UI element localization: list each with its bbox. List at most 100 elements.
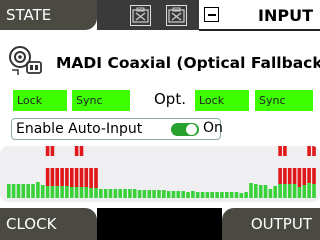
minus-icon bbox=[207, 13, 216, 16]
meter-clip-indicator bbox=[74, 146, 79, 156]
meter-peak-bar bbox=[278, 168, 282, 184]
lock-indicator: Lock bbox=[13, 90, 67, 111]
device-name: MADI Coaxial (Optical Fallback) bbox=[56, 54, 320, 72]
meter-clip-indicator bbox=[79, 146, 84, 156]
meter-level-bar bbox=[220, 192, 224, 198]
meter-level-bar bbox=[137, 190, 142, 198]
meter-clip-indicator bbox=[307, 146, 311, 156]
meter-level-bar bbox=[31, 184, 35, 198]
meter-level-bar bbox=[181, 191, 185, 198]
meter-level-bar bbox=[210, 192, 214, 198]
meter-peak-bar bbox=[312, 168, 316, 184]
tab-clock-label: CLOCK bbox=[6, 215, 57, 233]
meter-level-bar bbox=[307, 183, 311, 198]
meter-peak-bar bbox=[89, 168, 93, 188]
meter-level-bar bbox=[195, 192, 200, 198]
meter-level-bar bbox=[94, 188, 98, 198]
meter-level-bar bbox=[79, 187, 84, 198]
meter-level-bar bbox=[191, 191, 195, 198]
level-meter-bars bbox=[7, 146, 316, 198]
meter-level-bar bbox=[205, 192, 210, 198]
auto-input-label: Enable Auto-Input bbox=[16, 121, 143, 137]
tab-clock[interactable]: CLOCK bbox=[0, 208, 97, 240]
meter-level-bar bbox=[99, 189, 103, 198]
header-divider bbox=[199, 29, 320, 31]
meter-clip-indicator bbox=[278, 146, 282, 156]
optical-lock-indicator: Lock bbox=[195, 90, 249, 111]
tab-output[interactable]: OUTPUT bbox=[222, 208, 320, 240]
meter-peak-bar bbox=[60, 168, 64, 186]
meter-level-bar bbox=[11, 184, 16, 198]
tab-state[interactable]: STATE bbox=[0, 0, 97, 30]
toggle-state-label: On bbox=[203, 120, 223, 136]
meter-clip-indicator bbox=[45, 146, 50, 156]
meter-level-bar bbox=[36, 182, 40, 198]
tab-output-label: OUTPUT bbox=[250, 215, 312, 233]
meter-level-bar bbox=[244, 192, 248, 198]
meter-level-bar bbox=[258, 185, 263, 198]
meter-level-bar bbox=[312, 184, 316, 198]
meter-level-bar bbox=[50, 186, 55, 198]
meter-clip-indicator bbox=[283, 146, 287, 156]
meter-level-bar bbox=[84, 187, 89, 198]
meter-clip-indicator bbox=[312, 146, 316, 156]
meter-level-bar bbox=[70, 187, 74, 198]
tab-state-label: STATE bbox=[6, 6, 52, 24]
meter-level-bar bbox=[113, 189, 118, 198]
meter-level-bar bbox=[60, 186, 64, 198]
level-meters bbox=[0, 146, 320, 202]
meter-peak-bar bbox=[283, 168, 287, 184]
meter-level-bar bbox=[200, 192, 205, 198]
meter-level-bar bbox=[176, 191, 181, 198]
meter-peak-bar bbox=[302, 168, 307, 185]
sync-indicator: Sync bbox=[72, 90, 130, 111]
meter-level-bar bbox=[292, 184, 297, 198]
meter-peak-bar bbox=[55, 168, 59, 186]
meter-level-bar bbox=[128, 189, 132, 198]
meter-level-bar bbox=[118, 189, 122, 198]
meter-level-bar bbox=[7, 184, 11, 198]
optical-label: Opt. bbox=[154, 90, 186, 108]
meter-level-bar bbox=[123, 189, 127, 198]
auto-input-toggle-row[interactable]: Enable Auto-Input On bbox=[11, 118, 223, 140]
meter-level-bar bbox=[103, 189, 108, 198]
footer-background bbox=[97, 208, 222, 240]
meter-level-bar bbox=[186, 192, 190, 198]
meter-level-bar bbox=[65, 186, 69, 198]
meter-peak-bar bbox=[292, 168, 297, 184]
auto-input-toggle[interactable] bbox=[171, 123, 199, 136]
meter-level-bar bbox=[249, 183, 253, 198]
meter-peak-bar bbox=[94, 168, 98, 188]
meter-level-bar bbox=[166, 191, 171, 198]
meter-level-bar bbox=[297, 187, 302, 198]
meter-level-bar bbox=[287, 184, 292, 198]
meter-peak-bar bbox=[84, 168, 89, 187]
meter-level-bar bbox=[283, 184, 287, 198]
meter-peak-bar bbox=[70, 168, 74, 187]
meter-level-bar bbox=[215, 192, 219, 198]
disabled-slot-icon bbox=[166, 5, 187, 26]
meter-peak-bar bbox=[79, 168, 84, 187]
meter-level-bar bbox=[26, 184, 30, 198]
meter-level-bar bbox=[302, 185, 307, 198]
disabled-slot-icon bbox=[130, 5, 151, 26]
toggle-knob bbox=[186, 124, 197, 135]
meter-level-bar bbox=[132, 189, 137, 198]
meter-clip-indicator bbox=[50, 146, 55, 156]
meter-level-bar bbox=[16, 184, 21, 198]
meter-level-bar bbox=[147, 190, 152, 198]
meter-level-bar bbox=[162, 190, 166, 198]
meter-level-bar bbox=[239, 193, 244, 198]
meter-level-bar bbox=[234, 192, 239, 198]
meter-peak-bar bbox=[307, 168, 311, 183]
meter-level-bar bbox=[108, 189, 113, 198]
meter-peak-bar bbox=[50, 168, 55, 186]
meter-level-bar bbox=[152, 190, 156, 198]
meter-level-bar bbox=[89, 188, 93, 198]
meter-level-bar bbox=[254, 184, 258, 198]
meter-level-bar bbox=[171, 191, 176, 198]
meter-level-bar bbox=[142, 190, 147, 198]
meter-level-bar bbox=[263, 185, 268, 198]
optical-sync-indicator: Sync bbox=[255, 90, 313, 111]
collapse-button[interactable] bbox=[204, 7, 219, 22]
